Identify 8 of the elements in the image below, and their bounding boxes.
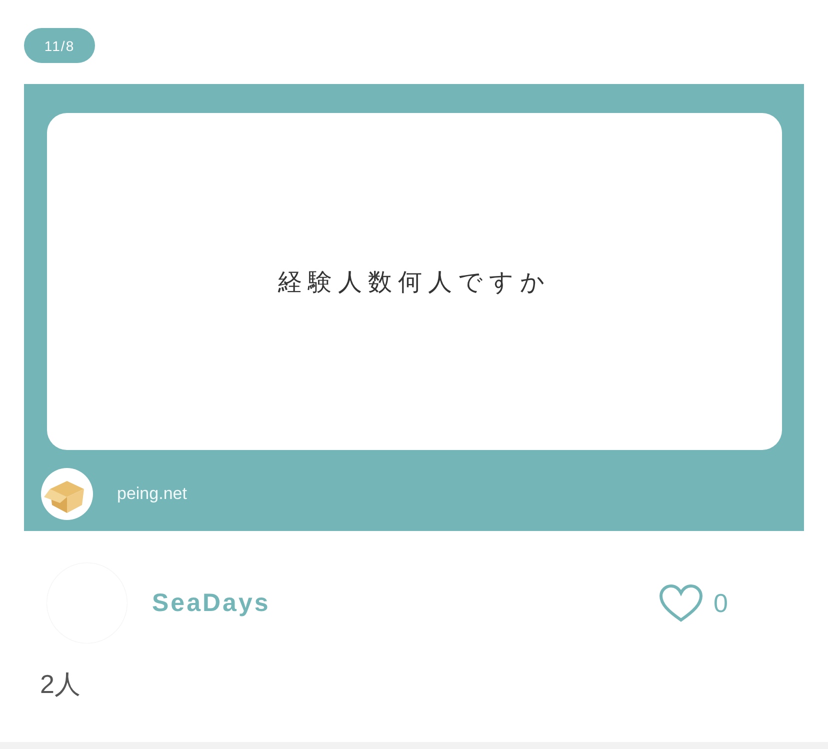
answer-text: 2人 (39, 668, 82, 701)
user-name[interactable]: SeaDays (152, 588, 270, 618)
heart-icon[interactable] (658, 583, 704, 623)
site-label: peing.net (117, 484, 187, 504)
like-count: 0 (714, 588, 728, 618)
question-text: 経験人数何人ですか (278, 266, 551, 298)
date-badge: 11/8 (24, 28, 95, 63)
box-icon (40, 467, 94, 521)
